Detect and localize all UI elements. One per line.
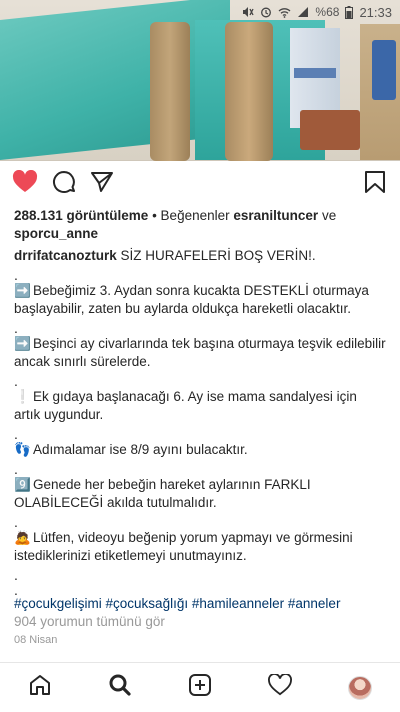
battery-percent: %68 <box>315 5 340 19</box>
mute-icon <box>242 6 255 18</box>
caption-paragraph: ➡️ Bebeğimiz 3. Aydan sonra kucakta DESTE… <box>14 282 386 318</box>
nav-home[interactable] <box>20 668 60 708</box>
post-actions <box>0 169 400 201</box>
caption-dot: . <box>14 567 18 583</box>
video-stool <box>300 110 360 150</box>
view-all-comments-link[interactable]: 904 yorumun tümünü gör <box>14 613 386 631</box>
caption-dot: . <box>14 461 18 477</box>
footprints-icon: 👣 <box>14 442 31 457</box>
comment-icon <box>52 170 76 199</box>
hashtags[interactable]: #çocukgelişimi #çocuksağlığı #hamileanne… <box>14 595 386 613</box>
nav-profile[interactable] <box>340 668 380 708</box>
caption-dot: . <box>14 320 18 336</box>
liked-by-user-2[interactable]: sporcu_anne <box>14 226 98 241</box>
comment-button[interactable] <box>49 169 79 199</box>
caption-dot: . <box>14 582 18 598</box>
caption-headline: SİZ HURAFELERİ BOŞ VERİN!. <box>120 248 316 263</box>
caption-text: Ek gıdaya başlanacağı 6. Ay ise mama san… <box>14 389 357 422</box>
caption-dot: . <box>14 426 18 442</box>
caption-dot: . <box>14 267 18 283</box>
bottom-nav <box>0 662 400 712</box>
profile-avatar <box>348 675 372 700</box>
post-caption: 288.131 görüntüleme • Beğenenler esranil… <box>14 207 386 649</box>
battery-icon <box>345 5 354 19</box>
caption-paragraph: 9️⃣ Genede her bebeğin hareket aylarının … <box>14 476 386 512</box>
caption-text: Bebeğimiz 3. Aydan sonra kucakta DESTEKL… <box>14 283 369 316</box>
add-icon <box>188 673 212 702</box>
alarm-icon <box>260 6 272 18</box>
caption-paragraph: ➡️ Beşinci ay civarlarında tek başına otu… <box>14 335 386 371</box>
nav-search[interactable] <box>100 668 140 708</box>
right-arrow-icon: ➡️ <box>14 336 31 351</box>
nav-add[interactable] <box>180 668 220 708</box>
video-bag <box>372 40 396 100</box>
caption-paragraph: 🙇 Lütfen, videoyu beğenip yorum yapmayı v… <box>14 529 386 565</box>
liked-by-user[interactable]: esraniltuncer <box>233 208 318 223</box>
signal-icon <box>297 6 309 18</box>
share-icon <box>90 170 114 199</box>
heart-filled-icon <box>12 169 38 199</box>
wifi-icon <box>278 7 291 18</box>
liked-by-prefix: • Beğenenler <box>152 208 230 223</box>
share-button[interactable] <box>87 169 117 199</box>
right-arrow-icon: ➡️ <box>14 283 31 298</box>
status-bar: %68 21:33 <box>0 0 400 24</box>
nav-activity[interactable] <box>260 668 300 708</box>
caption-text: Beşinci ay civarlarında tek başına oturm… <box>14 336 386 369</box>
post-video[interactable] <box>0 0 400 161</box>
clock: 21:33 <box>359 4 392 20</box>
number-nine-icon: 9️⃣ <box>14 477 31 492</box>
like-button[interactable] <box>10 169 40 199</box>
search-icon <box>108 673 132 702</box>
bowing-person-icon: 🙇 <box>14 530 31 545</box>
caption-headline-line: drrifatcanozturk SİZ HURAFELERİ BOŞ VERİ… <box>14 247 386 265</box>
video-leg-left <box>150 22 190 161</box>
home-icon <box>28 673 52 702</box>
caption-text: Genede her bebeğin hareket aylarının FAR… <box>14 477 311 510</box>
caption-dot: . <box>14 514 18 530</box>
views-count[interactable]: 288.131 görüntüleme <box>14 208 148 223</box>
liked-by-and: ve <box>321 208 337 223</box>
save-button[interactable] <box>360 169 390 199</box>
exclamation-icon: ❕ <box>14 389 31 404</box>
post-date: 08 Nisan <box>14 634 58 646</box>
activity-icon <box>268 673 292 701</box>
caption-dot: . <box>14 373 18 389</box>
caption-paragraph: ❕ Ek gıdaya başlanacağı 6. Ay ise mama sa… <box>14 388 386 424</box>
caption-text: Adımalamar ise 8/9 ayını bulacaktır. <box>33 442 248 457</box>
video-leg-right <box>225 22 273 161</box>
author-username[interactable]: drrifatcanozturk <box>14 248 117 263</box>
caption-text: Lütfen, videoyu beğenip yorum yapmayı ve… <box>14 530 353 563</box>
caption-paragraph: 👣 Adımalamar ise 8/9 ayını bulacaktır. <box>14 441 386 459</box>
bookmark-icon <box>364 170 386 199</box>
likes-line: 288.131 görüntüleme • Beğenenler esranil… <box>14 207 386 243</box>
